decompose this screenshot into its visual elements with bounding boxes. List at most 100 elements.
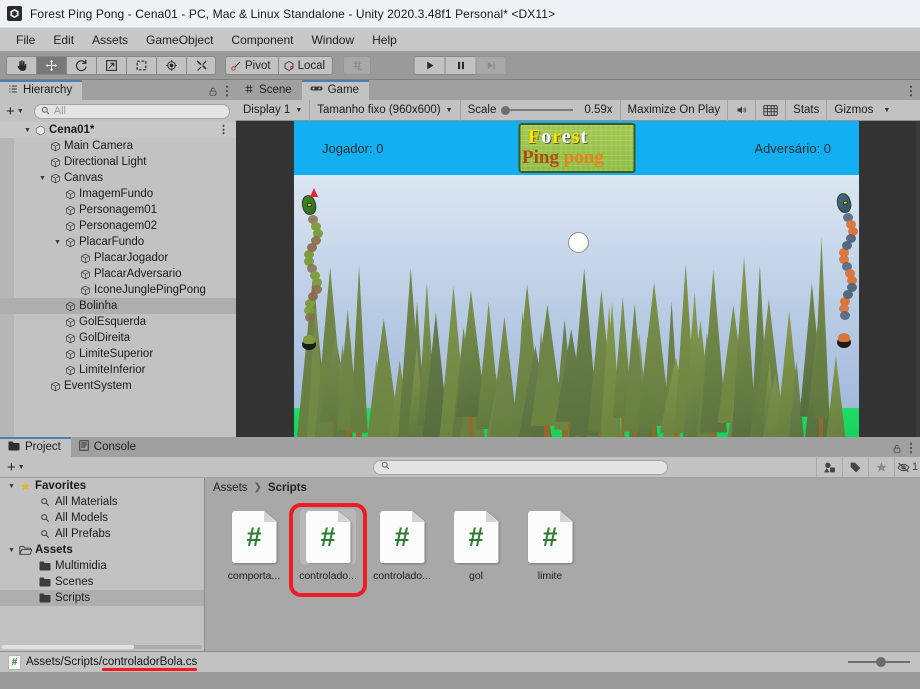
tab-hierarchy[interactable]: Hierarchy xyxy=(0,80,83,100)
asset-item[interactable]: # limite xyxy=(519,509,581,651)
kebab-menu-icon[interactable]: ⋮ xyxy=(218,124,229,136)
maximize-on-play-toggle[interactable]: Maximize On Play xyxy=(621,99,729,121)
project-tree-item-all-materials[interactable]: All Materials xyxy=(0,494,204,510)
favorites-star-icon[interactable] xyxy=(868,456,894,478)
filter-by-label-icon[interactable] xyxy=(842,456,868,478)
sidebar-item-bolinha[interactable]: Bolinha xyxy=(0,298,236,314)
scale-tool-icon[interactable] xyxy=(96,56,126,75)
pivot-toggle[interactable]: Pivot xyxy=(225,56,278,75)
menu-assets[interactable]: Assets xyxy=(84,31,138,49)
sidebar-item-limitesuperior[interactable]: LimiteSuperior xyxy=(0,346,236,362)
tab-scene[interactable]: Scene xyxy=(236,80,302,100)
chevron-down-icon: ▼ xyxy=(883,106,891,114)
lock-icon[interactable] xyxy=(208,86,218,100)
hidden-packages-icon[interactable]: 1 xyxy=(894,456,920,478)
project-tree-scrollbar[interactable] xyxy=(2,645,202,649)
asset-zoom-slider[interactable] xyxy=(848,657,910,667)
sidebar-item-personagem02[interactable]: Personagem02 xyxy=(0,218,236,234)
scale-slider-track[interactable] xyxy=(501,105,574,115)
sidebar-item-directional-light[interactable]: Directional Light xyxy=(0,154,236,170)
asset-item[interactable]: # controlado... xyxy=(371,509,433,651)
step-button-icon[interactable] xyxy=(475,56,507,75)
sidebar-item-canvas[interactable]: ▼ Canvas xyxy=(0,170,236,186)
project-tree-item-scenes[interactable]: Scenes xyxy=(0,574,204,590)
custom-tool-icon[interactable] xyxy=(186,56,216,75)
asset-item[interactable]: # comporta... xyxy=(223,509,285,651)
game-view-scrollbar[interactable] xyxy=(916,121,920,437)
chevron-down-icon[interactable]: ▼ xyxy=(37,175,48,182)
local-toggle[interactable]: Local xyxy=(277,56,334,75)
menu-component[interactable]: Component xyxy=(223,31,303,49)
kebab-menu-icon[interactable] xyxy=(225,85,229,100)
sidebar-item-main-camera[interactable]: Main Camera xyxy=(0,138,236,154)
rect-tool-icon[interactable] xyxy=(126,56,156,75)
sidebar-item-imagemfundo[interactable]: ImagemFundo xyxy=(0,186,236,202)
tab-game[interactable]: Game xyxy=(301,80,370,100)
hierarchy-search-input[interactable]: All xyxy=(33,103,230,119)
create-object-button[interactable]: + ▼ xyxy=(6,104,24,119)
sidebar-item-placaradversario[interactable]: PlacarAdversario xyxy=(0,266,236,282)
play-button-icon[interactable] xyxy=(413,56,445,75)
sidebar-item-eventsystem[interactable]: EventSystem xyxy=(0,378,236,394)
hierarchy-item-label: Main Camera xyxy=(64,140,134,152)
sidebar-item-golesquerda[interactable]: GolEsquerda xyxy=(0,314,236,330)
asset-zoom-knob[interactable] xyxy=(876,657,886,667)
menu-help[interactable]: Help xyxy=(364,31,407,49)
project-tree-item-all-prefabs[interactable]: All Prefabs xyxy=(0,526,204,542)
menu-edit[interactable]: Edit xyxy=(45,31,84,49)
kebab-menu-icon[interactable] xyxy=(909,442,913,457)
gameobject-cube-icon xyxy=(63,301,77,312)
sidebar-item-limiteinferior[interactable]: LimiteInferior xyxy=(0,362,236,378)
breadcrumb-scripts[interactable]: Scripts xyxy=(268,482,307,494)
kebab-menu-icon[interactable] xyxy=(909,85,913,100)
scale-slider-knob[interactable] xyxy=(501,105,511,115)
lock-icon[interactable] xyxy=(892,443,902,457)
project-search-input[interactable] xyxy=(373,459,668,475)
stats-toggle[interactable]: Stats xyxy=(786,99,828,121)
sidebar-item-iconejunglepingpong[interactable]: IconeJunglePingPong xyxy=(0,282,236,298)
project-tree-item-favorites[interactable]: ▼ Favorites xyxy=(0,478,204,494)
breadcrumb-assets[interactable]: Assets xyxy=(213,482,248,494)
project-tree[interactable]: ▼ Favorites All Materials All Models All Pre… xyxy=(0,478,205,651)
hierarchy-scene-root[interactable]: ▼ Cena01* ⋮ xyxy=(0,122,236,138)
game-view[interactable]: Jogador: 0 Forest Ping pong Adversário: … xyxy=(236,121,920,437)
project-create-button[interactable]: + ▼ xyxy=(7,460,25,475)
asset-grid[interactable]: # comporta... # controlado... # controlado...… xyxy=(205,497,920,651)
menu-window[interactable]: Window xyxy=(303,31,364,49)
project-tree-item-scripts[interactable]: Scripts xyxy=(0,590,204,606)
filter-by-type-icon[interactable] xyxy=(816,456,842,478)
chevron-down-icon[interactable]: ▼ xyxy=(6,483,17,490)
sidebar-item-goldireita[interactable]: GolDireita xyxy=(0,330,236,346)
hand-tool-icon[interactable] xyxy=(6,56,36,75)
grid-snap-icon[interactable] xyxy=(343,56,372,75)
mute-audio-icon[interactable] xyxy=(728,99,757,121)
chevron-down-icon[interactable]: ▼ xyxy=(6,547,17,554)
resolution-selector[interactable]: Tamanho fixo (960x600) ▼ xyxy=(310,99,461,121)
chevron-down-icon[interactable]: ▼ xyxy=(52,239,63,246)
rotate-tool-icon[interactable] xyxy=(66,56,96,75)
project-tree-item-all-models[interactable]: All Models xyxy=(0,510,204,526)
display-selector[interactable]: Display 1 ▼ xyxy=(236,99,311,121)
game-canvas[interactable]: Jogador: 0 Forest Ping pong Adversário: … xyxy=(294,121,859,437)
tab-console[interactable]: Console xyxy=(70,437,146,457)
menu-file[interactable]: File xyxy=(8,31,45,49)
menu-gameobject[interactable]: GameObject xyxy=(138,31,223,49)
asset-item[interactable]: # controlado... xyxy=(289,503,367,651)
project-tree-item-assets[interactable]: ▼ Assets xyxy=(0,542,204,558)
hierarchy-tree[interactable]: ▼ Cena01* ⋮ Main Camera Directional Light ▼ Ca… xyxy=(0,122,236,437)
pause-button-icon[interactable] xyxy=(444,56,476,75)
stats-grid-icon[interactable] xyxy=(756,99,787,121)
move-tool-icon[interactable] xyxy=(36,56,66,75)
scale-slider[interactable]: Scale 0.59x xyxy=(461,99,621,121)
chevron-down-icon[interactable]: ▼ xyxy=(22,127,33,134)
sidebar-item-placarjogador[interactable]: PlacarJogador xyxy=(0,250,236,266)
asset-item[interactable]: # gol xyxy=(445,509,507,651)
gizmos-toggle[interactable]: Gizmos ▼ xyxy=(827,100,897,121)
tab-project[interactable]: Project xyxy=(0,437,71,457)
sidebar-item-placarfundo[interactable]: ▼ PlacarFundo xyxy=(0,234,236,250)
project-panel: Project Console + ▼ 1 ▼ Favorites All Ma… xyxy=(0,437,920,651)
transform-tool-icon[interactable] xyxy=(156,56,186,75)
sidebar-item-personagem01[interactable]: Personagem01 xyxy=(0,202,236,218)
gameobject-cube-icon xyxy=(48,173,62,184)
project-tree-item-multimidia[interactable]: Multimidia xyxy=(0,558,204,574)
